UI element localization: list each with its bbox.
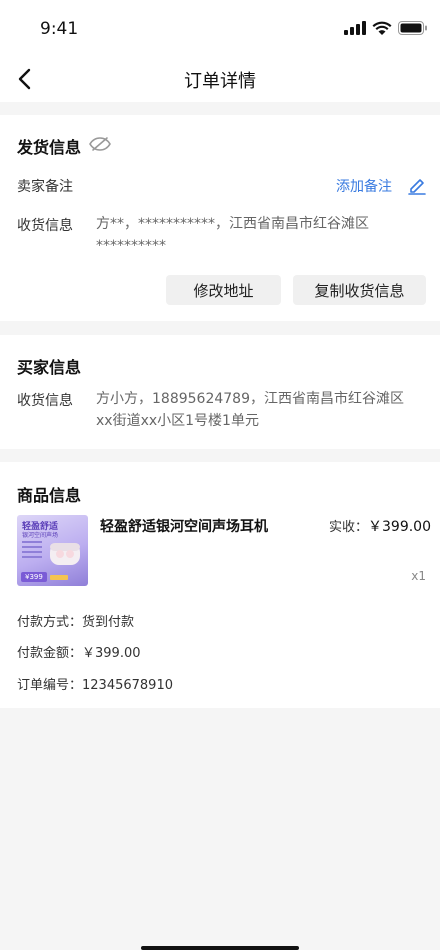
status-bar: 9:41 bbox=[0, 0, 440, 56]
product-name[interactable]: 轻盈舒适银河空间声场耳机 bbox=[100, 516, 268, 536]
status-icons bbox=[344, 19, 428, 37]
shipping-info-card: 发货信息 卖家备注 添加备注 收货信息 方**，***********，江西省南… bbox=[0, 115, 440, 321]
product-info-card: 商品信息 轻盈舒适 银河空间声场 ¥399 轻盈舒适银河空间声场耳机 实收：￥3… bbox=[0, 462, 440, 708]
status-time: 9:41 bbox=[40, 19, 79, 39]
seller-note-label: 卖家备注 bbox=[17, 179, 73, 195]
edit-address-button[interactable]: 修改地址 bbox=[166, 275, 281, 305]
product-info-title: 商品信息 bbox=[17, 486, 82, 505]
hide-eye-icon[interactable] bbox=[89, 136, 111, 152]
home-indicator bbox=[141, 946, 299, 950]
payment-method: 付款方式：货到付款 bbox=[17, 615, 135, 630]
add-note-label: 添加备注 bbox=[336, 179, 392, 195]
edit-icon bbox=[408, 179, 426, 195]
buyer-receiver-value: 方小方，18895624789，江西省南昌市红谷滩区 xx街道xx小区1号楼1单… bbox=[96, 388, 436, 432]
nav-bar: 订单详情 bbox=[0, 56, 440, 102]
signal-icon bbox=[344, 21, 366, 35]
order-number: 订单编号：12345678910 bbox=[17, 678, 173, 693]
shipping-receiver-line1: 方**，***********，江西省南昌市红谷滩区 bbox=[96, 216, 369, 232]
thumb-price-tag: ¥399 bbox=[21, 572, 47, 582]
copy-receiver-button[interactable]: 复制收货信息 bbox=[293, 275, 426, 305]
shipping-receiver-line2: ********** bbox=[96, 238, 166, 254]
earbuds-case-icon bbox=[50, 543, 80, 565]
wifi-icon bbox=[372, 21, 392, 35]
product-thumbnail[interactable]: 轻盈舒适 银河空间声场 ¥399 bbox=[17, 515, 88, 586]
add-note-button[interactable]: 添加备注 bbox=[336, 173, 430, 197]
product-price: ￥399.00 bbox=[368, 519, 431, 535]
buyer-receiver-line1: 方小方，18895624789，江西省南昌市红谷滩区 bbox=[96, 391, 404, 407]
received-amount: 实收：￥399.00 bbox=[329, 516, 431, 536]
buyer-receiver-label: 收货信息 bbox=[17, 393, 73, 409]
buyer-receiver-line2: xx街道xx小区1号楼1单元 bbox=[96, 413, 259, 429]
page-title: 订单详情 bbox=[184, 71, 256, 92]
shipping-info-title: 发货信息 bbox=[17, 138, 82, 157]
buyer-info-card: 买家信息 收货信息 方小方，18895624789，江西省南昌市红谷滩区 xx街… bbox=[0, 335, 440, 449]
battery-icon bbox=[398, 21, 427, 35]
product-quantity: x1 bbox=[411, 569, 426, 583]
received-label: 实收： bbox=[328, 520, 368, 535]
thumb-badge bbox=[50, 575, 68, 580]
payment-amount: 付款金额：￥399.00 bbox=[17, 646, 141, 661]
buyer-info-title: 买家信息 bbox=[17, 358, 82, 377]
thumb-feature-lines bbox=[22, 541, 42, 558]
shipping-receiver-value: 方**，***********，江西省南昌市红谷滩区 ********** bbox=[96, 213, 436, 257]
shipping-receiver-label: 收货信息 bbox=[17, 218, 73, 234]
